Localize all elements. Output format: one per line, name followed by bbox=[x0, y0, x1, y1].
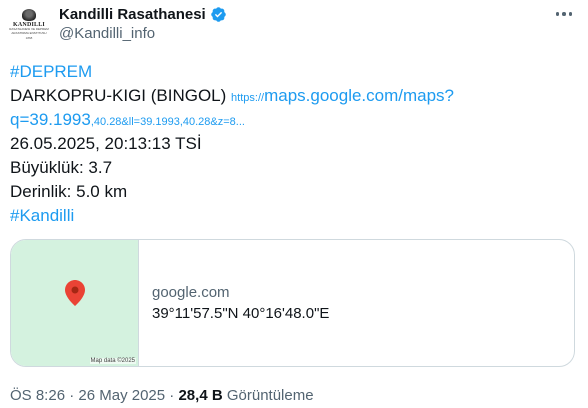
tweet-date[interactable]: 26 May 2025 bbox=[78, 387, 165, 404]
verified-badge-icon bbox=[210, 6, 226, 22]
map-attribution: Map data ©2025 bbox=[89, 358, 136, 364]
magnitude-text: Büyüklük: 3.7 bbox=[10, 158, 113, 177]
link-preview-card[interactable]: Map data ©2025 google.com 39°11'57.5"N 4… bbox=[10, 239, 575, 367]
meta-separator: · bbox=[169, 387, 175, 404]
map-pin-icon bbox=[65, 280, 85, 306]
more-options-button[interactable] bbox=[552, 4, 576, 24]
card-info[interactable]: google.com 39°11'57.5"N 40°16'48.0"E bbox=[139, 240, 574, 366]
user-handle[interactable]: @Kandilli_info bbox=[59, 25, 155, 42]
datetime-text: 26.05.2025, 20:13:13 TSİ bbox=[10, 134, 202, 153]
views-label: Görüntüleme bbox=[226, 387, 314, 404]
more-dot-icon bbox=[555, 12, 560, 16]
more-dot-icon bbox=[562, 12, 566, 16]
hashtag-deprem[interactable]: #DEPREM bbox=[10, 62, 92, 81]
meta-separator: · bbox=[69, 387, 75, 404]
map-thumbnail[interactable]: Map data ©2025 bbox=[11, 240, 139, 366]
avatar[interactable]: KANDILLI RASATHANESI VE DEPREM ARASTIRMA… bbox=[9, 8, 49, 48]
maps-link[interactable]: https://maps.google.com/maps? bbox=[231, 86, 454, 105]
tweet-meta: ÖS 8:26 · 26 May 2025 · 28,4 B Görüntüle… bbox=[10, 387, 314, 404]
card-domain: google.com bbox=[152, 284, 230, 301]
hashtag-kandilli[interactable]: #Kandilli bbox=[10, 206, 74, 225]
avatar-logo-year: 1868 bbox=[25, 36, 33, 41]
maps-link-continued[interactable]: q=39.1993,40.28&ll=39.1993,40.28&z=8... bbox=[10, 110, 245, 129]
observatory-emblem-icon bbox=[22, 9, 36, 21]
location-text: DARKOPRU-KIGI (BINGOL) bbox=[10, 86, 227, 105]
user-name-row[interactable]: Kandilli Rasathanesi bbox=[59, 4, 227, 24]
more-dot-icon bbox=[568, 12, 573, 16]
avatar-logo-subtext: RASATHANESI VE DEPREM ARASTIRMA ENSTITUS… bbox=[9, 27, 49, 35]
depth-text: Derinlik: 5.0 km bbox=[10, 182, 128, 201]
views-count[interactable]: 28,4 B bbox=[178, 387, 222, 404]
card-title: 39°11'57.5"N 40°16'48.0"E bbox=[152, 305, 330, 322]
tweet-time[interactable]: ÖS 8:26 bbox=[10, 387, 65, 404]
tweet-text: #DEPREM DARKOPRU-KIGI (BINGOL) https://m… bbox=[10, 60, 578, 228]
display-name[interactable]: Kandilli Rasathanesi bbox=[59, 6, 206, 23]
